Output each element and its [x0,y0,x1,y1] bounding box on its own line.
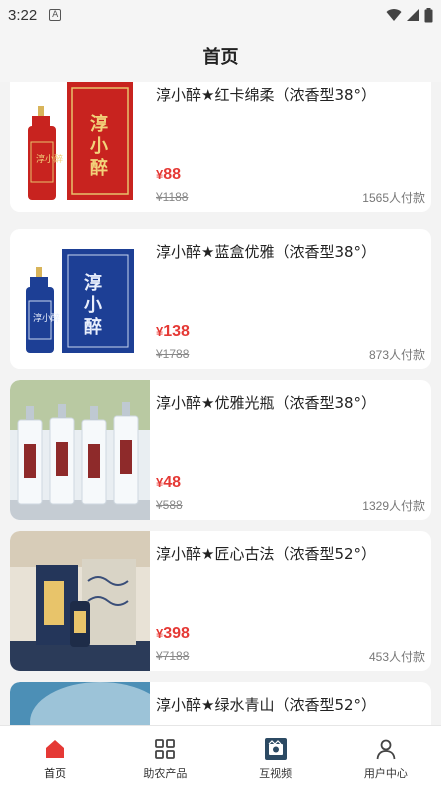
video-icon [264,738,287,760]
tab-user-center[interactable]: 用户中心 [331,726,441,785]
price-value: 48 [163,474,182,491]
original-price: ¥7188 [156,649,190,663]
product-list[interactable]: 淳 小 醉 淳小醉 淳小醉★红卡绵柔（浓香型38°） ¥88 ¥1188 156… [0,82,441,725]
sold-count: 453人付款 [368,650,425,664]
product-card[interactable]: 淳小醉★优雅光瓶（浓香型38°） ¥48 ¥588 1329人付款 [10,380,431,520]
tab-label: 互视频 [259,767,293,780]
product-price: ¥88 [156,166,181,184]
notification-badge: A [49,9,62,21]
gift-box-photo [10,531,150,671]
product-card[interactable]: 淳小醉★绿水青山（浓香型52°） [10,682,431,725]
wifi-icon [386,9,402,21]
price-value: 138 [163,323,190,340]
svg-text:小: 小 [84,295,102,316]
product-card[interactable]: 淳 小 醉 淳小醉 淳小醉★红卡绵柔（浓香型38°） ¥88 ¥1188 156… [10,82,431,212]
svg-text:醉: 醉 [84,316,102,338]
bottle-box-illustration: 淳 小 醉 淳小醉 [28,82,133,200]
svg-text:淳: 淳 [84,272,102,294]
product-card[interactable]: 淳小醉★匠心古法（浓香型52°） ¥398 ¥7188 453人付款 [10,531,431,671]
bottom-tab-bar: 首页 助农产品 互视频 用户中心 [0,725,441,785]
tab-label: 首页 [44,767,67,780]
product-image[interactable] [10,380,150,520]
status-time: 3:22 [8,6,38,24]
svg-text:醉: 醉 [90,157,108,179]
clear-bottles-photo [10,380,150,520]
page-title: 首页 [202,47,239,68]
svg-text:淳: 淳 [90,113,108,135]
landscape-photo [10,682,150,725]
status-icons [386,7,433,23]
product-name[interactable]: 淳小醉★红卡绵柔（浓香型38°） [156,84,376,105]
product-image[interactable] [10,531,150,671]
svg-text:淳小醉: 淳小醉 [33,312,60,324]
product-price: ¥48 [156,474,181,492]
product-name[interactable]: 淳小醉★匠心古法（浓香型52°） [156,543,376,564]
tab-farm-products[interactable]: 助农产品 [110,726,220,785]
tab-home[interactable]: 首页 [0,726,110,785]
product-image[interactable]: 淳 小 醉 淳小醉 [10,229,150,369]
tab-video[interactable]: 互视频 [221,726,331,785]
grid-icon [155,739,176,759]
sold-count: 873人付款 [368,348,425,362]
product-name[interactable]: 淳小醉★蓝盒优雅（浓香型38°） [156,241,376,262]
svg-text:淳小醉: 淳小醉 [36,153,63,165]
original-price: ¥1188 [156,190,189,204]
product-price: ¥138 [156,323,190,341]
app-header: 首页 [0,30,441,82]
product-image[interactable]: 淳 小 醉 淳小醉 [10,82,150,212]
product-name[interactable]: 淳小醉★绿水青山（浓香型52°） [156,694,376,715]
battery-icon [424,7,433,22]
signal-icon [407,9,419,21]
sold-count: 1329人付款 [362,499,425,513]
price-value: 88 [163,166,182,183]
bottle-box-illustration: 淳 小 醉 淳小醉 [26,249,134,353]
original-price: ¥1788 [156,347,190,361]
price-value: 398 [163,625,190,642]
svg-text:小: 小 [90,136,108,157]
user-icon [376,739,396,760]
product-price: ¥398 [156,625,190,643]
status-bar: 3:22 A [0,0,441,30]
home-icon [46,740,65,758]
product-name[interactable]: 淳小醉★优雅光瓶（浓香型38°） [156,392,376,413]
sold-count: 1565人付款 [362,191,425,205]
original-price: ¥588 [156,498,183,512]
tab-label: 用户中心 [363,767,408,780]
product-card[interactable]: 淳 小 醉 淳小醉 淳小醉★蓝盒优雅（浓香型38°） ¥138 ¥1788 87… [10,229,431,369]
tab-label: 助农产品 [143,767,188,780]
product-image[interactable] [10,682,150,725]
